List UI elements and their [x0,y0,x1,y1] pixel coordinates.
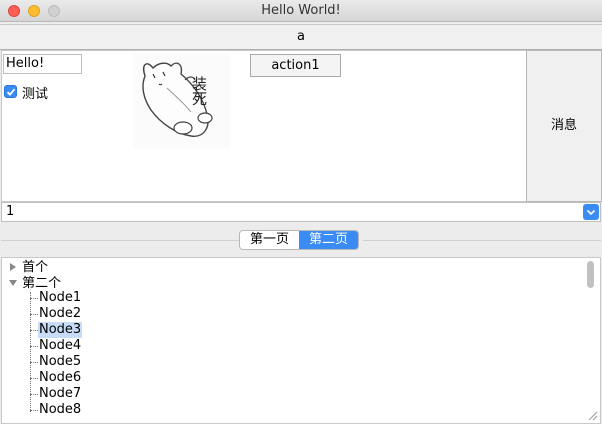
tree-node[interactable]: Node8 [38,402,82,418]
tree-branch-line [30,298,38,299]
chevron-down-icon[interactable] [583,204,599,220]
vertical-scrollbar[interactable] [587,261,594,288]
tree-branch-line [30,314,38,315]
image-caption: 装死 [190,76,208,106]
tree-item-first[interactable]: 首个 [8,260,48,276]
checkmark-icon [6,88,16,96]
expand-arrow-icon[interactable] [8,262,18,272]
tree-branch-line [30,346,38,347]
tab-page-1[interactable]: 第一页 [240,231,299,249]
tree-node[interactable]: Node2 [38,306,82,322]
window-title: Hello World! [261,3,341,18]
title-bar: Hello World! [0,0,602,22]
tree-node[interactable]: Node1 [38,290,82,306]
tab-bar: 第一页 第二页 [239,230,360,250]
tree-branch-line [30,410,38,411]
tree-node[interactable]: Node7 [38,386,82,402]
combo-box[interactable]: 1 [1,202,601,222]
tree-branch-line [30,378,38,379]
tree-node-selected[interactable]: Node3 [38,322,83,338]
tree-node[interactable]: Node6 [38,370,82,386]
tree-item-label: 第二个 [22,276,62,291]
combo-value: 1 [6,204,15,219]
tree-branch-line [30,362,38,363]
tree-branch-line [30,394,38,395]
resize-grip-icon[interactable] [587,410,598,421]
checkbox[interactable] [4,85,17,98]
text-input[interactable]: Hello! [3,54,82,74]
tab-page-2[interactable]: 第二页 [299,231,359,249]
action1-button[interactable]: action1 [250,54,341,77]
message-button[interactable]: 消息 [526,50,602,202]
collapse-arrow-icon[interactable] [8,278,18,288]
top-button[interactable]: a [0,24,602,50]
tree-branch-line [30,330,38,331]
tree-node[interactable]: Node5 [38,354,82,370]
checkbox-label: 测试 [22,87,49,102]
tree-view[interactable]: 首个 第二个 Node1 Node2 Node3 Node4 Node5 Nod… [1,257,601,424]
cat-image: 装死 [133,54,230,149]
tree-item-label: 首个 [22,260,49,275]
tab-divider [1,240,239,241]
tab-divider [363,240,601,241]
tree-node[interactable]: Node4 [38,338,82,354]
